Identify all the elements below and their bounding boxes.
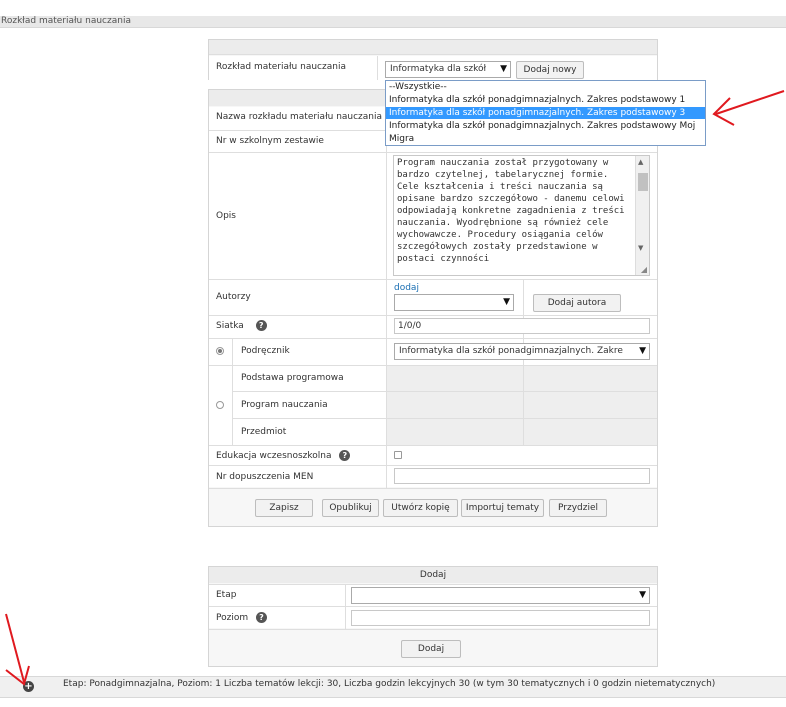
add-author-button[interactable]: Dodaj autora <box>533 294 621 312</box>
row-sep <box>209 279 657 280</box>
dropdown-option[interactable]: Informatyka dla szkół ponadgimnazjalnych… <box>386 94 705 106</box>
annotation-arrow-icon <box>712 90 785 126</box>
row-sep <box>209 152 657 153</box>
dropdown-option[interactable]: --Wszystkie-- <box>386 81 705 93</box>
chevron-down-icon: ▼ <box>639 346 646 356</box>
opis-scrollbar[interactable]: ▲ ▼ <box>635 156 649 275</box>
add-author-link[interactable]: dodaj <box>394 283 419 293</box>
col-sep <box>232 339 233 445</box>
plan-dropdown-list[interactable]: --Wszystkie-- Informatyka dla szkół pona… <box>385 80 706 146</box>
opis-text: Program nauczania został przygotowany w … <box>397 158 625 264</box>
podrecznik-radio[interactable] <box>216 347 224 355</box>
edukacja-label-text: Edukacja wczesnoszkolna <box>216 451 332 461</box>
siatka-label: Siatka ? <box>216 320 267 331</box>
save-button[interactable]: Zapisz <box>255 499 313 517</box>
name-label: Nazwa rozkładu materiału nauczania * <box>216 112 389 122</box>
import-topics-button[interactable]: Importuj tematy <box>461 499 544 517</box>
resize-handle-icon[interactable]: ◢ <box>641 265 647 274</box>
edukacja-checkbox[interactable] <box>394 451 402 459</box>
selector-label: Rozkład materiału nauczania <box>216 62 346 72</box>
program-cell-gray-2 <box>524 366 657 445</box>
col-sep <box>523 280 524 445</box>
row-sep <box>232 391 657 392</box>
siatka-input[interactable]: 1/0/0 <box>394 318 650 334</box>
row-sep <box>209 465 657 466</box>
dropdown-option-selected[interactable]: Informatyka dla szkół ponadgimnazjalnych… <box>386 107 705 119</box>
podrecznik-select-value: Informatyka dla szkół ponadgimnazjalnych… <box>399 346 623 356</box>
row-sep <box>209 488 657 489</box>
author-select[interactable]: ▼ <box>394 294 514 311</box>
copy-button[interactable]: Utwórz kopię <box>383 499 458 517</box>
opis-label: Opis <box>216 211 236 221</box>
selector-panel-header <box>209 40 657 55</box>
dropdown-option[interactable]: Migra <box>386 133 705 145</box>
add-new-button[interactable]: Dodaj nowy <box>516 61 584 79</box>
page-title: Rozkład materiału nauczania <box>1 16 131 26</box>
chevron-down-icon: ▼ <box>503 297 510 307</box>
row-sep <box>209 584 657 585</box>
help-icon[interactable]: ? <box>256 612 267 623</box>
nr-men-label: Nr dopuszczenia MEN <box>216 472 314 482</box>
help-icon[interactable]: ? <box>339 450 351 461</box>
scroll-up-icon[interactable]: ▲ <box>638 158 643 166</box>
row-sep <box>209 629 657 630</box>
etap-label: Etap <box>216 590 237 600</box>
authors-label: Autorzy <box>216 292 251 302</box>
poziom-label-text: Poziom <box>216 613 249 623</box>
row-sep <box>209 315 657 316</box>
plan-select-value: Informatyka dla szkół <box>390 64 487 74</box>
chevron-down-icon: ▼ <box>639 590 646 600</box>
dropdown-option[interactable]: Informatyka dla szkół ponadgimnazjalnych… <box>386 120 705 132</box>
chevron-down-icon: ▼ <box>500 64 507 74</box>
row-sep <box>209 445 657 446</box>
summary-text: Etap: Ponadgimnazjalna, Poziom: 1 Liczba… <box>63 679 716 689</box>
divider <box>377 56 378 80</box>
radio-dot <box>218 349 222 353</box>
assign-button[interactable]: Przydziel <box>549 499 607 517</box>
name-label-text: Nazwa rozkładu materiału nauczania <box>216 112 383 122</box>
etap-select[interactable]: ▼ <box>351 587 650 604</box>
siatka-label-text: Siatka <box>216 321 244 331</box>
col-sep <box>345 585 346 629</box>
program-label: Program nauczania <box>241 400 328 410</box>
row-sep <box>232 418 657 419</box>
help-icon[interactable]: ? <box>255 320 267 331</box>
program-cell-gray <box>387 366 523 445</box>
poziom-label: Poziom ? <box>216 612 267 623</box>
scroll-thumb[interactable] <box>638 173 648 191</box>
row-sep <box>209 606 657 607</box>
nr-label: Nr w szkolnym zestawie <box>216 136 324 146</box>
col-sep <box>386 107 387 488</box>
add-panel-title: Dodaj <box>209 567 657 583</box>
row-sep <box>209 338 657 339</box>
add-button[interactable]: Dodaj <box>401 640 461 658</box>
publish-button[interactable]: Opublikuj <box>322 499 379 517</box>
annotation-arrow-icon <box>5 613 30 686</box>
program-radio[interactable] <box>216 401 224 409</box>
scroll-down-icon[interactable]: ▼ <box>638 244 643 252</box>
plan-select[interactable]: Informatyka dla szkół ▼ <box>385 61 511 78</box>
podrecznik-label: Podręcznik <box>241 346 290 356</box>
nr-men-input[interactable] <box>394 468 650 484</box>
row-sep <box>209 365 657 366</box>
przedmiot-label: Przedmiot <box>241 427 287 437</box>
podstawa-label: Podstawa programowa <box>241 373 344 383</box>
page-header: Rozkład materiału nauczania <box>0 16 786 28</box>
poziom-input[interactable] <box>351 610 650 626</box>
podrecznik-select[interactable]: Informatyka dla szkół ponadgimnazjalnych… <box>394 343 650 360</box>
opis-textarea[interactable]: Program nauczania został przygotowany w … <box>393 155 650 276</box>
edukacja-label: Edukacja wczesnoszkolna ? <box>216 450 351 461</box>
